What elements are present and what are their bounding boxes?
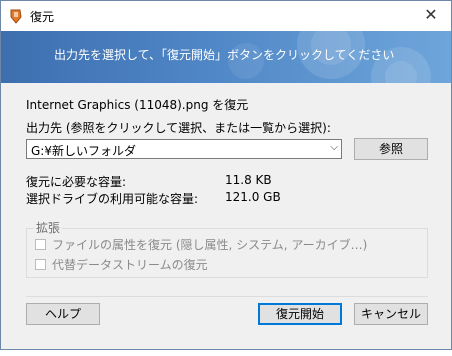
close-icon[interactable]: ✕ [421,5,441,25]
dialog-content: Internet Graphics (11048).png を復元 出力先 (参… [1,83,451,349]
chevron-down-icon[interactable]: ⌵ [330,142,338,153]
window-title: 復元 [30,10,55,24]
restore-ads-checkbox[interactable] [35,259,46,270]
file-name-label: Internet Graphics (11048).png を復元 [26,98,249,112]
restore-attributes-label: ファイルの属性を復元 (隠し属性, システム, アーカイブ…) [52,238,368,252]
help-button[interactable]: ヘルプ [26,303,100,325]
output-folder-value: G:¥新しいフォルダ [31,144,136,158]
title-bar[interactable]: 復元 ✕ [1,1,451,31]
instruction-banner: 出力先を選択して、「復元開始」ボタンをクリックしてください [1,31,451,83]
start-restore-button[interactable]: 復元開始 [258,303,342,325]
output-folder-label: 出力先 (参照をクリックして選択、または一覧から選択): [26,121,331,135]
footer-separator [26,296,428,297]
cancel-button[interactable]: キャンセル [354,303,428,325]
extended-options-group: 拡張 ファイルの属性を復元 (隠し属性, システム, アーカイブ…) 代替データ… [26,219,428,356]
extended-group-title: 拡張 [34,219,63,236]
available-space-value: 121.0 GB [225,190,281,204]
app-icon [8,8,24,24]
required-space-label: 復元に必要な容量: [26,175,127,189]
required-space-value: 11.8 KB [225,173,272,187]
banner-instruction-text: 出力先を選択して、「復元開始」ボタンをクリックしてください [54,48,395,62]
restore-dialog: 復元 ✕ 出力先を選択して、「復元開始」ボタンをクリックしてください Inter… [0,0,452,350]
browse-button[interactable]: 参照 [354,138,428,160]
restore-ads-label: 代替データストリームの復元 [52,258,208,272]
available-space-label: 選択ドライブの利用可能な容量: [26,192,199,206]
output-folder-combobox[interactable]: G:¥新しいフォルダ ⌵ [26,139,342,159]
restore-attributes-checkbox[interactable] [35,239,46,250]
